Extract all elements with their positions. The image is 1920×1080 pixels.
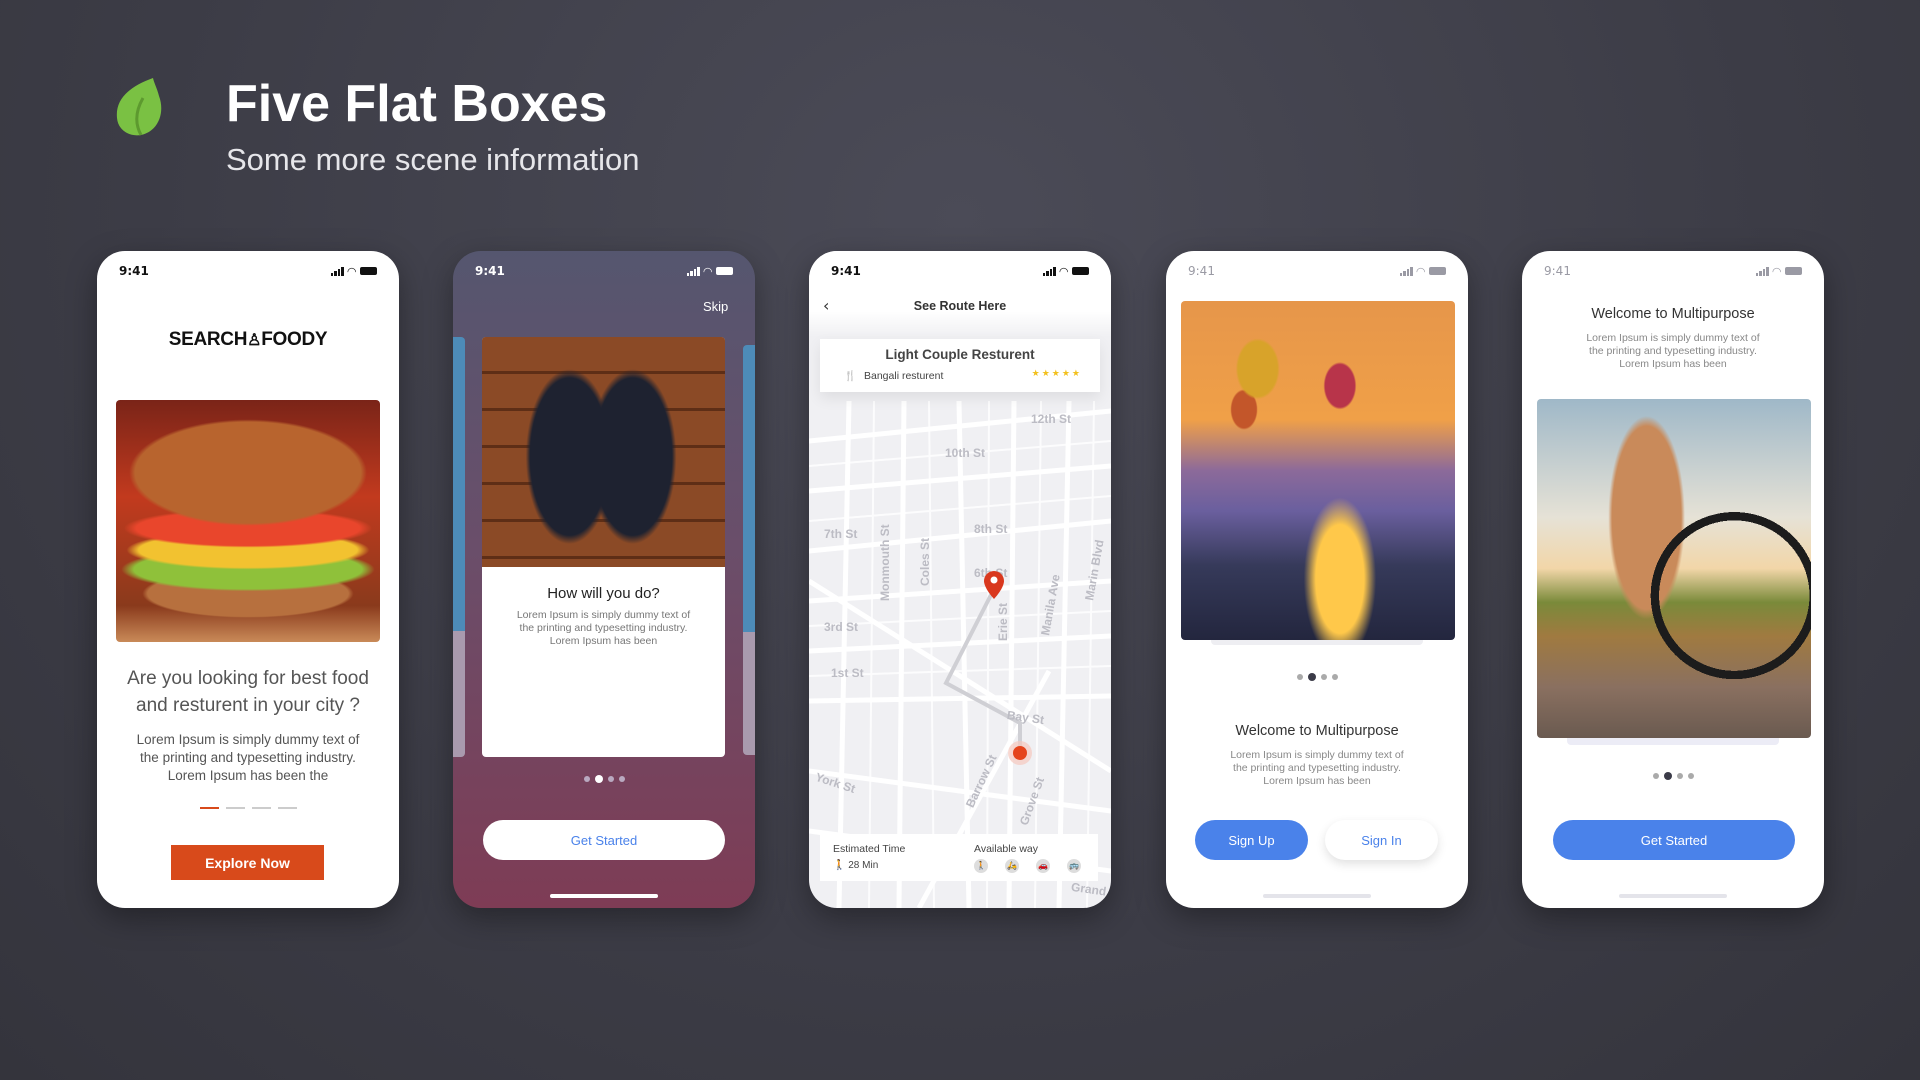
battery-icon bbox=[1429, 267, 1446, 275]
street-label: 1st St bbox=[831, 666, 864, 680]
page-indicator bbox=[97, 807, 399, 809]
bus-icon[interactable]: 🚌 bbox=[1067, 859, 1081, 873]
page-indicator bbox=[453, 775, 755, 783]
get-started-button[interactable]: Get Started bbox=[483, 820, 725, 860]
street-label: 12th St bbox=[1031, 412, 1071, 426]
walk-icon: 🚶 bbox=[833, 860, 846, 871]
route-info-card: Estimated Time 🚶 28 Min Available way 🚶 … bbox=[820, 834, 1098, 881]
phone-search-foody: 9:41 ◠ SEARCH♙FOODY Are you looking for b… bbox=[97, 251, 399, 908]
description: Lorem Ipsum is simply dummy text of the p… bbox=[136, 732, 360, 783]
card-description: Lorem Ipsum is simply dummy text of the p… bbox=[516, 609, 691, 647]
home-indicator bbox=[1263, 894, 1371, 898]
welcome-title: Welcome to Multipurpose bbox=[1591, 306, 1755, 322]
street-label: Marin Blvd bbox=[1082, 539, 1106, 602]
page-subtitle: Some more scene information bbox=[226, 142, 640, 177]
sign-in-button[interactable]: Sign In bbox=[1325, 820, 1438, 860]
street-label: 10th St bbox=[945, 446, 985, 460]
get-started-button[interactable]: Get Started bbox=[1553, 820, 1795, 860]
available-way-label: Available way bbox=[974, 843, 1039, 855]
app-logo: SEARCH♙FOODY bbox=[168, 329, 328, 350]
headline: Are you looking for best food and resture… bbox=[127, 668, 369, 716]
status-bar: 9:41 ◠ bbox=[1166, 263, 1468, 279]
status-time: 9:41 bbox=[119, 264, 149, 278]
estimated-time-label: Estimated Time bbox=[833, 843, 906, 855]
chef-icon: ♙ bbox=[247, 332, 262, 349]
phone-route-map: 12th St 10th St 7th St 8th St 6th St 3rd… bbox=[809, 251, 1111, 908]
page-indicator bbox=[1166, 673, 1468, 681]
sign-up-button[interactable]: Sign Up bbox=[1195, 820, 1308, 860]
destination-pin-icon bbox=[984, 571, 1004, 599]
wifi-icon: ◠ bbox=[703, 264, 712, 278]
street-label: Manila Ave bbox=[1038, 573, 1063, 637]
car-icon[interactable]: 🚗 bbox=[1036, 859, 1050, 873]
signal-icon bbox=[686, 266, 700, 276]
star-rating: ★★★★★ bbox=[1031, 369, 1082, 379]
home-indicator bbox=[1619, 894, 1727, 898]
welcome-description: Lorem Ipsum is simply dummy text of the p… bbox=[1586, 332, 1760, 370]
wifi-icon: ◠ bbox=[347, 264, 356, 278]
phone-welcome-signup: 9:41 ◠ Welcome to Multipurpose Lorem Ipsu… bbox=[1166, 251, 1468, 908]
screen-title: See Route Here bbox=[913, 299, 1007, 313]
page-indicator bbox=[1522, 772, 1824, 780]
street-label: Monmouth St bbox=[878, 524, 892, 601]
street-label: Coles St bbox=[918, 538, 932, 586]
phone-welcome-get-started: 9:41 ◠ Welcome to Multipurpose Lorem Ipsu… bbox=[1522, 251, 1824, 908]
street-label: 3rd St bbox=[824, 620, 858, 634]
restaurant-card[interactable]: Light Couple Resturent 🍴 Bangali resture… bbox=[820, 339, 1100, 392]
battery-icon bbox=[1785, 267, 1802, 275]
cyclist-image bbox=[1537, 399, 1811, 738]
home-indicator bbox=[550, 894, 658, 898]
restaurant-category: Bangali resturent bbox=[864, 370, 944, 382]
burger-image bbox=[116, 400, 380, 642]
onboarding-card: How will you do? Lorem Ipsum is simply d… bbox=[482, 337, 725, 757]
estimated-time: 🚶 28 Min bbox=[833, 860, 879, 871]
card-title: How will you do? bbox=[547, 585, 660, 602]
welcome-title: Welcome to Multipurpose bbox=[1235, 723, 1399, 739]
street-label: 7th St bbox=[824, 527, 857, 541]
transport-options: 🚶 🛵 🚗 🚌 bbox=[974, 859, 1081, 873]
signal-icon bbox=[1399, 266, 1413, 276]
skip-button[interactable]: Skip bbox=[703, 299, 728, 314]
battery-icon bbox=[1072, 267, 1089, 275]
street-label: 8th St bbox=[974, 522, 1007, 536]
cutlery-icon: 🍴 bbox=[844, 371, 857, 382]
wifi-icon: ◠ bbox=[1416, 264, 1425, 278]
signal-icon bbox=[330, 266, 344, 276]
welcome-description: Lorem Ipsum is simply dummy text of the p… bbox=[1230, 749, 1404, 787]
leaf-icon bbox=[116, 78, 162, 136]
walk-icon[interactable]: 🚶 bbox=[974, 859, 988, 873]
battery-icon bbox=[716, 267, 733, 275]
street-label: Grand bbox=[1070, 880, 1107, 899]
street-label: Erie St bbox=[996, 603, 1010, 641]
status-bar: 9:41 ◠ bbox=[809, 263, 1111, 279]
wifi-icon: ◠ bbox=[1772, 264, 1781, 278]
status-bar: 9:41 ◠ bbox=[97, 263, 399, 279]
temple-balloons-image bbox=[1181, 301, 1455, 640]
next-card bbox=[743, 345, 755, 755]
scooter-icon[interactable]: 🛵 bbox=[1005, 859, 1019, 873]
status-bar: 9:41 ◠ bbox=[1522, 263, 1824, 279]
shoes-image bbox=[482, 337, 725, 567]
battery-icon bbox=[360, 267, 377, 275]
signal-icon bbox=[1755, 266, 1769, 276]
page-title: Five Flat Boxes bbox=[226, 75, 608, 133]
current-location-dot bbox=[1013, 746, 1027, 760]
phone-onboarding-shoes: 9:41 ◠ Skip How will you do? Lorem Ipsum … bbox=[453, 251, 755, 908]
restaurant-name: Light Couple Resturent bbox=[885, 347, 1035, 362]
status-bar: 9:41 ◠ bbox=[453, 263, 755, 279]
previous-card bbox=[453, 337, 465, 757]
signal-icon bbox=[1042, 266, 1056, 276]
explore-now-button[interactable]: Explore Now bbox=[171, 845, 324, 880]
wifi-icon: ◠ bbox=[1059, 264, 1068, 278]
